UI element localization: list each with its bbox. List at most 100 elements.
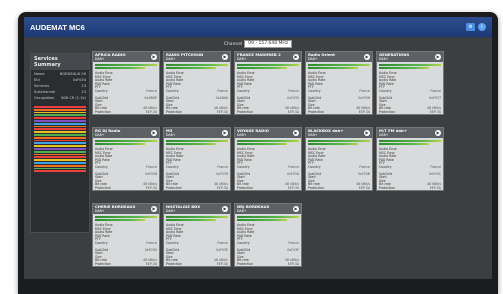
play-icon[interactable]: ▶	[364, 54, 370, 60]
level-meter	[237, 219, 287, 221]
info-value: France	[288, 164, 299, 169]
level-meter	[95, 64, 157, 66]
service-info: Audio Error MSC Error Audio Rate PAD Rate PT…	[93, 147, 159, 190]
service-info: Audio Error MSC Error Audio Rate PAD Rate PT…	[164, 223, 230, 266]
service-card[interactable]: RADIO PITCHOUN DAB+ ▶ Audio Error MSC Error A…	[163, 51, 231, 115]
occupation-bar	[34, 150, 86, 153]
play-icon[interactable]: ▶	[222, 130, 228, 136]
level-meter	[379, 64, 441, 66]
summary-value: 13	[81, 90, 86, 94]
card-header: Radio Orient DAB+ ▶	[306, 52, 372, 62]
occupation-bar	[34, 106, 86, 108]
info-value: France	[430, 164, 441, 169]
info-value: France	[288, 240, 299, 245]
play-icon[interactable]: ▶	[364, 130, 370, 136]
occupation-bar	[34, 164, 86, 167]
top-bar: AUDEMAT MC6 ⚙ i	[24, 17, 492, 37]
info-label: Country	[379, 88, 392, 93]
service-type: DAB+	[308, 57, 318, 61]
play-icon[interactable]: ▶	[222, 54, 228, 60]
info-label: Country	[95, 240, 108, 245]
level-meter	[308, 143, 358, 145]
play-icon[interactable]: ▶	[293, 206, 299, 212]
level-meter	[95, 143, 145, 145]
level-meter	[237, 67, 287, 69]
level-meter	[308, 64, 370, 66]
service-card[interactable]: Radio Orient DAB+ ▶ Audio Error MSC Error Aud…	[305, 51, 373, 115]
occupation-bar	[34, 117, 86, 119]
service-card[interactable]: NOSTALGIE BDX DAB+ ▶ Audio Error MSC Error Au…	[163, 203, 231, 267]
service-card[interactable]: M3 DAB+ ▶ Audio Error MSC Error Audio Rate PAD…	[163, 127, 231, 191]
service-card[interactable]: BLACKBOX dab+ DAB+ ▶ Audio Error MSC Error Au…	[305, 127, 373, 191]
audio-meters	[164, 62, 230, 71]
card-header: NRJ BORDEAUX DAB+ ▶	[235, 204, 301, 214]
play-icon[interactable]: ▶	[435, 130, 441, 136]
info-value: France	[288, 88, 299, 93]
service-type: DAB+	[308, 133, 318, 137]
occupation-bar	[34, 147, 86, 150]
service-info: Audio Error MSC Error Audio Rate PAD Rate PT…	[164, 71, 230, 114]
summary-key: Occupation	[34, 96, 55, 100]
audio-meters	[93, 138, 159, 147]
service-card[interactable]: GENERATIONS DAB+ ▶ Audio Error MSC Error Audi…	[376, 51, 444, 115]
channel-select[interactable]: 09 - 157.648 MHz	[244, 40, 293, 48]
level-meter	[95, 67, 145, 69]
info-value: 0xA8DE	[144, 95, 157, 100]
service-type: DAB+	[95, 209, 105, 213]
summary-value: BORDEAUX 09	[59, 72, 86, 76]
service-card[interactable]: CHERIE BORDEAUX DAB+ ▶ Audio Error MSC Error…	[92, 203, 160, 267]
service-card[interactable]: AFRICA RADIO DAB+ ▶ Audio Error MSC Error Aud…	[92, 51, 160, 115]
occupation-bar	[34, 119, 86, 122]
audio-meters	[377, 62, 443, 71]
info-icon[interactable]: i	[478, 23, 486, 31]
info-label: Country	[237, 88, 250, 93]
level-meter	[308, 67, 358, 69]
summary-key: EId	[34, 78, 40, 82]
play-icon[interactable]: ▶	[435, 54, 441, 60]
info-value: 0xF03E	[216, 247, 228, 252]
play-icon[interactable]: ▶	[151, 130, 157, 136]
play-icon[interactable]: ▶	[151, 206, 157, 212]
service-type: DAB+	[95, 133, 105, 137]
service-info: Audio Error MSC Error Audio Rate PAD Rate PT…	[377, 71, 443, 114]
card-header: FRANCE MAGHREB 2 DAB+ ▶	[235, 52, 301, 62]
level-meter	[237, 140, 299, 142]
level-meter	[95, 219, 145, 221]
service-card[interactable]: NRJ BORDEAUX DAB+ ▶ Audio Error MSC Error Aud…	[234, 203, 302, 267]
audio-meters	[93, 62, 159, 71]
info-value: 0xF039	[216, 171, 228, 176]
service-card[interactable]: RG DJ Radio DAB+ ▶ Audio Error MSC Error Audi…	[92, 127, 160, 191]
card-header: NOSTALGIE BDX DAB+ ▶	[164, 204, 230, 214]
info-value: 0xF03D	[144, 247, 157, 252]
level-meter	[166, 143, 216, 145]
level-meter	[166, 67, 216, 69]
settings-icon[interactable]: ⚙	[466, 23, 475, 31]
service-type: DAB+	[166, 133, 176, 137]
info-value: France	[359, 88, 370, 93]
service-type: DAB+	[237, 133, 247, 137]
info-value: 0xF037	[429, 95, 441, 100]
play-icon[interactable]: ▶	[293, 54, 299, 60]
service-card[interactable]: M/T FM dab+ DAB+ ▶ Audio Error MSC Error Audi…	[376, 127, 444, 191]
summary-value: 0xF034	[72, 78, 86, 82]
play-icon[interactable]: ▶	[293, 130, 299, 136]
info-label: Country	[379, 164, 392, 169]
card-header: M3 DAB+ ▶	[164, 128, 230, 138]
info-value: France	[359, 164, 370, 169]
play-icon[interactable]: ▶	[222, 206, 228, 212]
card-header: AFRICA RADIO DAB+ ▶	[93, 52, 159, 62]
card-header: GENERATIONS DAB+ ▶	[377, 52, 443, 62]
play-icon[interactable]: ▶	[151, 54, 157, 60]
info-value: 0xA8A6	[215, 95, 228, 100]
audio-meters	[306, 62, 372, 71]
service-card[interactable]: VOYAGE RADIO DAB+ ▶ Audio Error MSC Error Aud…	[234, 127, 302, 191]
service-card[interactable]: FRANCE MAGHREB 2 DAB+ ▶ Audio Error MSC Erro…	[234, 51, 302, 115]
summary-value: 13	[81, 84, 86, 88]
info-value: 0xF036	[358, 95, 370, 100]
occupation-bar	[34, 139, 86, 142]
occupation-bar	[34, 111, 86, 114]
level-meter	[308, 140, 370, 142]
info-value: 0xF038	[145, 171, 157, 176]
summary-row: Occupation 808 CR (1.1k)	[31, 94, 89, 100]
summary-key: Subchannel	[34, 90, 56, 94]
